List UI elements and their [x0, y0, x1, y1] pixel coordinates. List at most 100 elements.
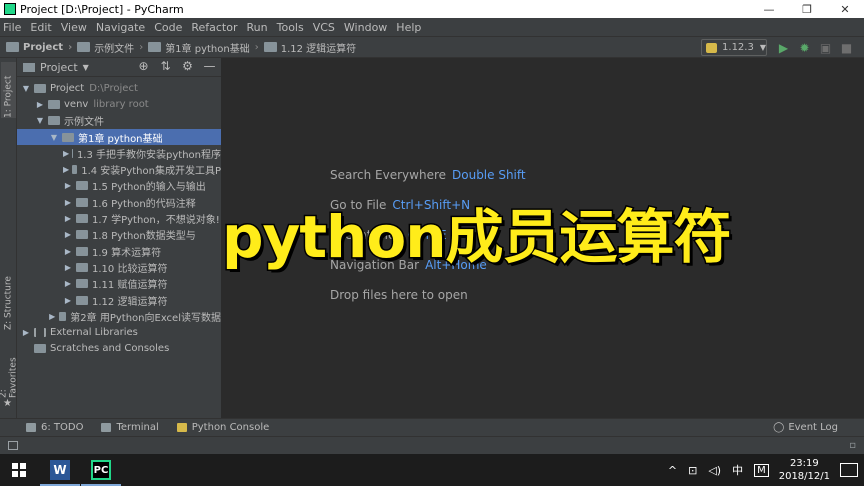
event-log-icon: ◯ — [773, 422, 785, 433]
tree-item[interactable]: ▶ 第2章 用Python向Excel读写数据 — [17, 308, 221, 324]
folder-icon — [48, 99, 60, 109]
tab-event-log[interactable]: ◯ Event Log — [773, 422, 838, 433]
tree-item[interactable]: ▶ 1.11 赋值运算符 — [17, 276, 221, 292]
collapsed-arrow-icon[interactable]: ▶ — [63, 279, 73, 288]
collapse-all-icon[interactable]: ⇅ — [159, 59, 172, 73]
tab-project-label: 1: Project — [3, 75, 14, 118]
video-caption-title: python成员运算符 — [220, 202, 732, 273]
python-console-icon — [176, 423, 187, 432]
tree-item[interactable]: ▶ 1.7 学Python，不想说对象! — [17, 210, 221, 226]
collapsed-arrow-icon[interactable]: ▶ — [63, 149, 69, 158]
collapsed-arrow-icon[interactable]: ▶ — [63, 296, 73, 305]
collapsed-arrow-icon[interactable]: ▶ — [63, 165, 69, 174]
windows-start-icon[interactable] — [12, 463, 26, 477]
menu-bar: File Edit View Navigate Code Refactor Ru… — [0, 18, 864, 36]
tree-item[interactable]: ▶ 1.5 Python的输入与输出 — [17, 178, 221, 194]
chevron-down-icon[interactable]: ▼ — [83, 63, 89, 72]
collapsed-arrow-icon[interactable]: ▶ — [63, 263, 73, 272]
network-icon[interactable]: ⊡ — [688, 464, 697, 477]
project-panel-header: Project ▼ ⊕ ⇅ ⚙ — — [17, 58, 221, 77]
folder-icon — [76, 197, 88, 207]
collapsed-arrow-icon[interactable]: ▶ — [63, 214, 73, 223]
editor-tip: Drop files here to open — [330, 288, 468, 302]
menu-vcs[interactable]: VCS — [313, 21, 335, 34]
menu-navigate[interactable]: Navigate — [96, 21, 145, 34]
close-button[interactable]: ✕ — [826, 0, 864, 18]
tree-item[interactable]: Scratches and Consoles — [17, 341, 221, 357]
menu-tools[interactable]: Tools — [277, 21, 304, 34]
menu-refactor[interactable]: Refactor — [191, 21, 237, 34]
pycharm-app-icon — [4, 3, 16, 15]
restore-button[interactable]: ❐ — [788, 0, 826, 18]
breadcrumb-logic-operators[interactable]: 1.12 逻辑运算符 — [263, 40, 357, 55]
tree-item[interactable]: ▶ 1.10 比较运算符 — [17, 259, 221, 275]
locate-icon[interactable]: ⊕ — [137, 59, 150, 73]
toggle-tool-windows-icon[interactable] — [8, 441, 18, 450]
tab-terminal[interactable]: Terminal — [101, 422, 159, 433]
search-icon[interactable]: ⌕ — [860, 40, 864, 55]
tree-item[interactable]: ▶ 1.6 Python的代码注释 — [17, 194, 221, 210]
collapsed-arrow-icon[interactable]: ▶ — [63, 247, 73, 256]
tree-item[interactable]: ▶ 1.4 安装Python集成开发工具P — [17, 161, 221, 177]
tab-todo[interactable]: 6: TODO — [26, 422, 83, 433]
collapsed-arrow-icon[interactable]: ▶ — [35, 100, 45, 109]
tree-item[interactable]: ▼ 第1章 python基础 — [17, 128, 221, 146]
tree-item[interactable]: ▶ External Libraries — [17, 324, 221, 340]
run-configuration-label: 1.12.3 — [722, 42, 754, 53]
menu-help[interactable]: Help — [396, 21, 421, 34]
tree-item-label: 1.8 Python数据类型与 — [92, 231, 196, 243]
menu-run[interactable]: Run — [247, 21, 268, 34]
expanded-arrow-icon[interactable]: ▼ — [49, 133, 59, 142]
tree-item[interactable]: ▶ 1.3 手把手教你安装python程序 — [17, 145, 221, 161]
breadcrumb-chapter1[interactable]: 第1章 python基础 › — [148, 40, 264, 55]
debug-icon[interactable]: ✹ — [797, 40, 812, 55]
tree-item[interactable]: ▼ Project D:\Project — [17, 80, 221, 96]
minimize-button[interactable]: — — [750, 0, 788, 18]
stop-icon[interactable]: ■ — [839, 40, 854, 55]
breadcrumb-label: 1.12 逻辑运算符 — [280, 43, 357, 55]
breadcrumb-examples[interactable]: 示例文件 › — [77, 40, 148, 55]
collapsed-arrow-icon[interactable]: ▶ — [49, 312, 56, 321]
coverage-icon[interactable]: ▣ — [818, 40, 833, 55]
tab-structure[interactable]: Z: Structure — [1, 264, 16, 330]
collapsed-arrow-icon[interactable]: ▶ — [63, 198, 73, 207]
hide-icon[interactable]: — — [203, 59, 216, 73]
tree-item[interactable]: ▶ 1.12 逻辑运算符 — [17, 292, 221, 308]
menu-edit[interactable]: Edit — [30, 21, 51, 34]
menu-code[interactable]: Code — [154, 21, 182, 34]
collapsed-arrow-icon[interactable]: ▶ — [63, 230, 73, 239]
menu-view[interactable]: View — [61, 21, 87, 34]
volume-icon[interactable]: ◁) — [708, 464, 721, 477]
editor-tip: Search Everywhere Double Shift — [330, 168, 526, 182]
notifications-icon[interactable] — [840, 463, 858, 477]
breadcrumb-project[interactable]: Project › — [6, 42, 77, 53]
expanded-arrow-icon[interactable]: ▼ — [35, 116, 45, 125]
menu-window[interactable]: Window — [344, 21, 387, 34]
gear-icon[interactable]: ⚙ — [181, 59, 194, 73]
taskbar-pycharm-app[interactable]: PC — [81, 456, 121, 486]
taskbar-word-app[interactable]: W — [40, 456, 80, 486]
run-icon[interactable]: ▶ — [776, 40, 791, 55]
collapsed-arrow-icon[interactable]: ▶ — [63, 181, 73, 190]
tree-item[interactable]: ▶ venv library root — [17, 96, 221, 112]
ime-chinese-icon[interactable]: 中 — [732, 462, 743, 478]
tree-item[interactable]: ▶ 1.8 Python数据类型与 — [17, 227, 221, 243]
tab-favorites[interactable]: 2: Favorites — [0, 346, 19, 398]
tab-project[interactable]: 1: Project — [1, 62, 16, 118]
taskbar-clock[interactable]: 23:19 2018/12/1 — [779, 457, 830, 483]
expanded-arrow-icon[interactable]: ▼ — [21, 84, 31, 93]
tree-item[interactable]: ▼ 示例文件 — [17, 113, 221, 129]
project-view-select[interactable]: Project — [40, 61, 78, 74]
run-configuration-select[interactable]: 1.12.3 ▼ — [701, 39, 767, 56]
collapsed-arrow-icon[interactable]: ▶ — [21, 328, 31, 337]
tab-terminal-label: Terminal — [116, 422, 159, 433]
menu-file[interactable]: File — [3, 21, 21, 34]
left-tool-tabs: 1: Project Z: Structure 2: Favorites ★ — [0, 58, 19, 418]
ime-mode-icon[interactable]: M — [754, 463, 769, 477]
tab-python-console[interactable]: Python Console — [176, 422, 269, 433]
tree-item-label: venv — [64, 98, 89, 110]
tree-item[interactable]: ▶ 1.9 算术运算符 — [17, 243, 221, 259]
clock-date: 2018/12/1 — [778, 471, 830, 482]
tree-item-hint: library root — [93, 98, 149, 110]
show-hidden-icons[interactable]: ^ — [668, 464, 677, 477]
